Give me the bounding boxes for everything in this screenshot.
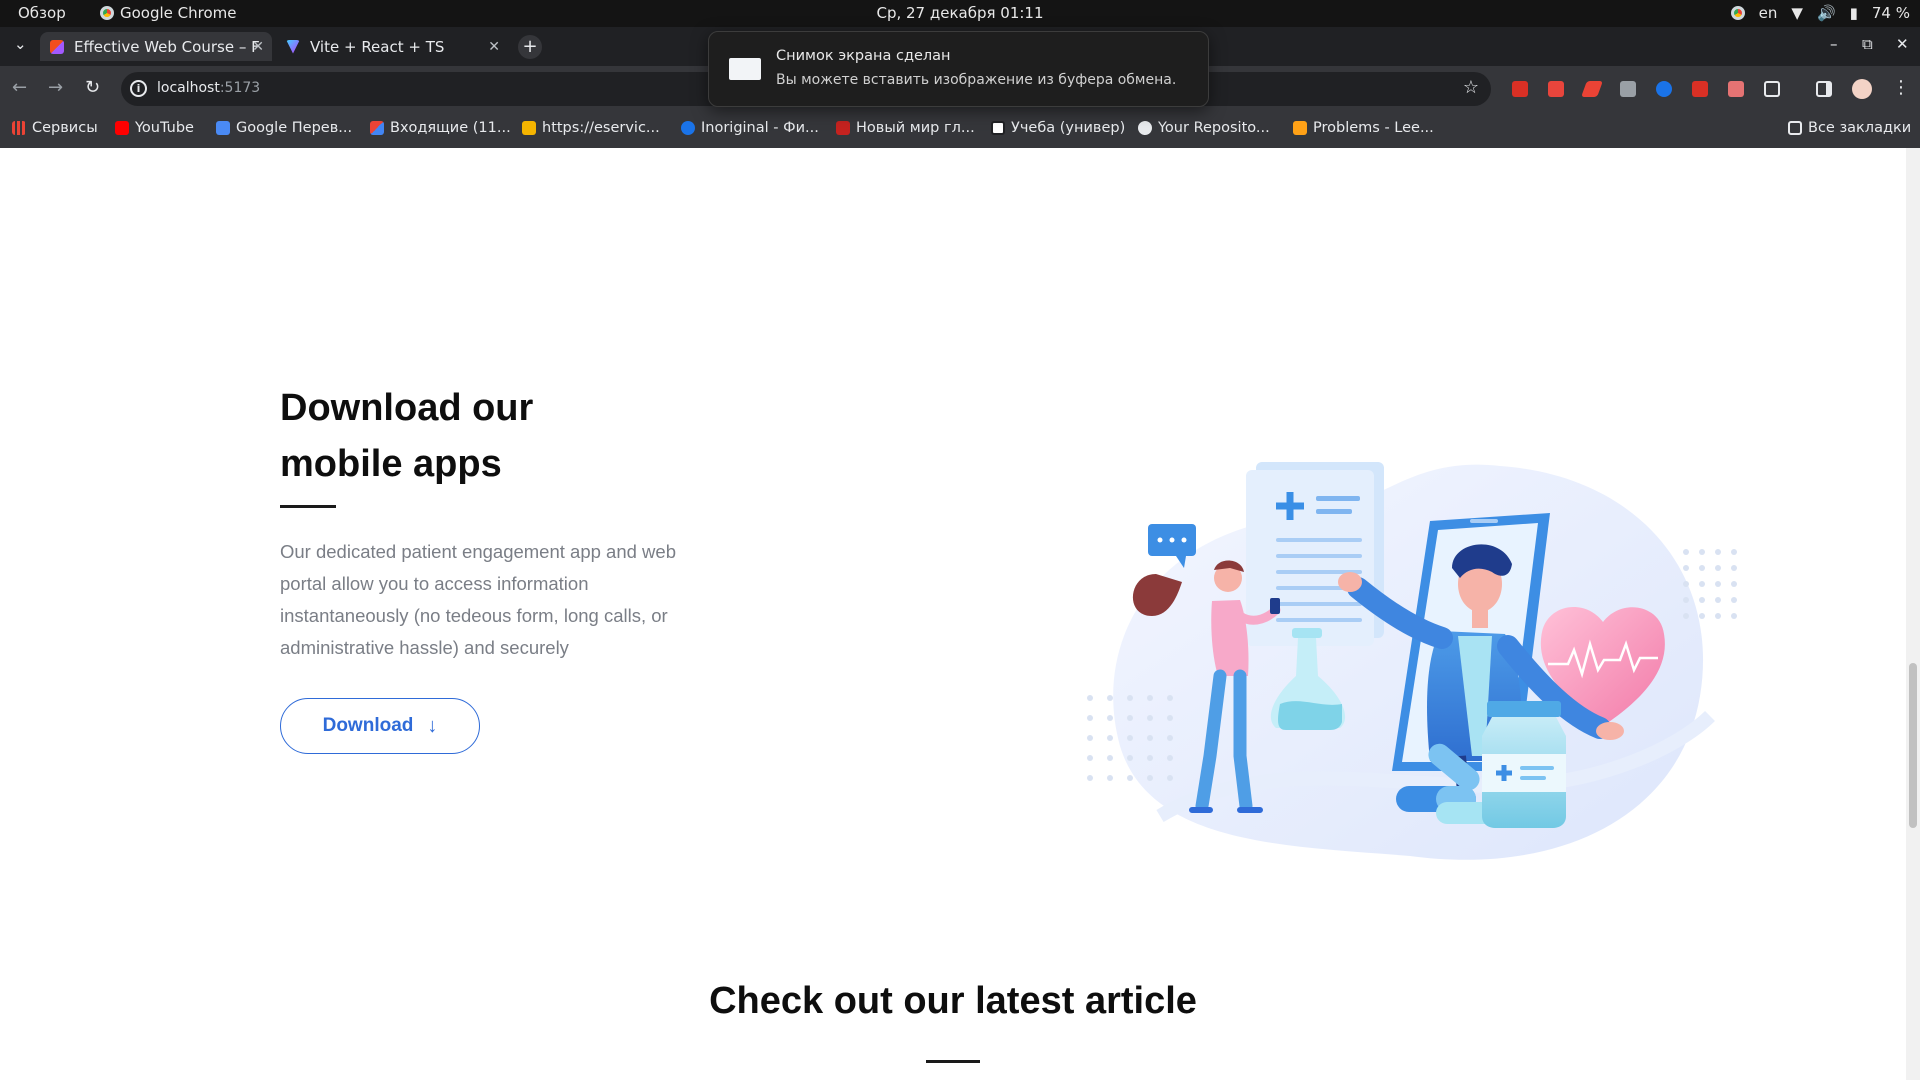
system-top-bar: Обзор Google Chrome Ср, 27 декабря 01:11… <box>0 0 1920 27</box>
chrome-icon <box>100 6 114 20</box>
tab-effective-web-course[interactable]: Effective Web Course – F ✕ <box>40 32 272 61</box>
close-window-icon[interactable]: ✕ <box>1896 35 1909 53</box>
forward-icon[interactable]: → <box>48 77 63 98</box>
image-extension-icon[interactable] <box>1728 81 1744 97</box>
article-section-title: Check out our latest article <box>709 980 1197 1022</box>
gmail-icon <box>370 121 384 135</box>
close-tab-icon[interactable]: ✕ <box>488 39 500 55</box>
bookmark-item[interactable]: YouTube <box>115 120 194 136</box>
arrow-down-icon: ↓ <box>427 714 438 737</box>
vite-icon <box>286 39 300 54</box>
bookmark-item[interactable]: Your Reposito... <box>1138 120 1270 136</box>
minimize-icon[interactable]: – <box>1830 35 1838 53</box>
menu-dots-icon[interactable]: ⋮ <box>1892 77 1910 98</box>
all-bookmarks-folder[interactable]: Все закладки <box>1788 120 1911 136</box>
chrome-status-icon <box>1730 6 1745 20</box>
screenshot-notification[interactable]: Снимок экрана сделан Вы можете вставить … <box>708 31 1209 107</box>
notification-title: Снимок экрана сделан <box>776 48 951 64</box>
bookmark-item[interactable]: Google Перев... <box>216 120 352 136</box>
tab-vite-react[interactable]: Vite + React + TS ✕ <box>276 32 508 61</box>
extensions-puzzle-icon[interactable] <box>1764 81 1780 97</box>
todoist-icon[interactable] <box>1548 81 1564 97</box>
ublock-icon[interactable] <box>1512 81 1528 97</box>
bookmark-item[interactable]: https://eservic... <box>522 120 660 136</box>
screenshot-thumbnail <box>729 58 761 80</box>
pen-extension-icon[interactable] <box>1581 81 1603 97</box>
wifi-icon: ▼ <box>1791 4 1803 22</box>
battery-icon: ▮ <box>1849 4 1858 22</box>
maximize-icon[interactable]: ⧉ <box>1862 35 1873 53</box>
download-button[interactable]: Download ↓ <box>280 698 480 754</box>
audio-extension-icon[interactable] <box>1656 81 1672 97</box>
extension-gray-icon[interactable] <box>1620 81 1636 97</box>
bookmark-item[interactable]: Новый мир гл... <box>836 120 975 136</box>
book-icon <box>836 121 850 135</box>
tab-title: Effective Web Course – F <box>74 37 260 56</box>
web-page: Download our mobile apps Our dedicated p… <box>0 148 1906 1080</box>
profile-avatar[interactable] <box>1852 79 1872 99</box>
bookmark-item[interactable]: Сервисы <box>12 120 98 136</box>
bookmark-item[interactable]: Problems - Lee... <box>1293 120 1434 136</box>
google-translate-icon <box>216 121 230 135</box>
github-icon <box>1138 121 1152 135</box>
bookmark-item[interactable]: Учеба (универ) <box>991 120 1125 136</box>
site-info-icon[interactable]: i <box>130 80 147 97</box>
doctor-app-illustration <box>1087 462 1737 860</box>
close-tab-icon[interactable]: ✕ <box>252 39 264 55</box>
notion-icon <box>991 121 1005 135</box>
side-panel-icon[interactable] <box>1816 81 1832 97</box>
tab-title: Vite + React + TS <box>310 37 445 56</box>
youtube-icon <box>115 121 129 135</box>
volume-icon: 🔊 <box>1816 4 1836 22</box>
activities-button[interactable]: Обзор <box>18 4 66 22</box>
folder-icon <box>1788 121 1802 135</box>
scrollbar-thumb[interactable] <box>1909 663 1917 828</box>
reload-icon[interactable]: ↻ <box>85 77 100 98</box>
bookmark-item[interactable]: Входящие (11... <box>370 120 511 136</box>
play-icon <box>681 121 695 135</box>
new-tab-button[interactable]: + <box>518 35 542 59</box>
app-menu[interactable]: Google Chrome <box>100 4 237 22</box>
title-underline <box>926 1060 980 1063</box>
notification-body: Вы можете вставить изображение из буфера… <box>776 72 1177 88</box>
download-section-title: Download our mobile apps <box>280 387 534 485</box>
page-scrollbar[interactable] <box>1906 148 1920 1080</box>
clock[interactable]: Ср, 27 декабря 01:11 <box>0 4 1920 22</box>
system-tray[interactable]: en ▼ 🔊 ▮ 74 % <box>1730 4 1910 22</box>
download-button-label: Download <box>322 715 414 736</box>
leetcode-icon <box>1293 121 1307 135</box>
url-text[interactable]: localhost:5173 <box>157 80 260 96</box>
tab-search-icon[interactable]: ⌄ <box>14 35 27 53</box>
apps-grid-icon <box>12 121 26 135</box>
battery-percent: 74 % <box>1871 4 1910 22</box>
title-underline <box>280 505 336 508</box>
figma-icon <box>50 39 64 54</box>
bookmarks-bar: Сервисы YouTube Google Перев... Входящие… <box>0 112 1920 148</box>
language-indicator[interactable]: en <box>1759 4 1778 22</box>
download-section-description: Our dedicated patient engagement app and… <box>280 541 676 658</box>
back-icon[interactable]: ← <box>12 77 27 98</box>
app-name: Google Chrome <box>120 4 237 22</box>
bookmark-star-icon[interactable]: ☆ <box>1463 77 1479 98</box>
bookmark-item[interactable]: Inoriginal - Фи... <box>681 120 819 136</box>
youtube-extension-icon[interactable] <box>1692 81 1708 97</box>
eservice-icon <box>522 121 536 135</box>
medicine-bottle-icon <box>1482 701 1566 828</box>
